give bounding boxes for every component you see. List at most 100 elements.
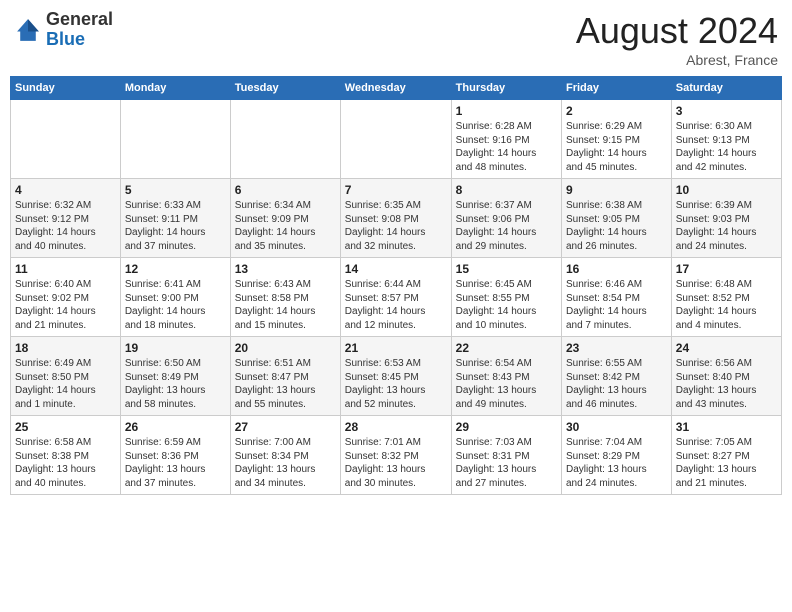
day-info: Sunrise: 6:28 AM Sunset: 9:16 PM Dayligh… [456,120,557,174]
day-header-wednesday: Wednesday [340,77,451,100]
day-info: Sunrise: 6:58 AM Sunset: 8:38 PM Dayligh… [15,436,116,490]
header-row: SundayMondayTuesdayWednesdayThursdayFrid… [11,77,782,100]
day-info: Sunrise: 6:45 AM Sunset: 8:55 PM Dayligh… [456,278,557,332]
day-info: Sunrise: 6:48 AM Sunset: 8:52 PM Dayligh… [676,278,777,332]
day-number: 31 [676,420,777,434]
day-number: 18 [15,341,116,355]
day-info: Sunrise: 6:44 AM Sunset: 8:57 PM Dayligh… [345,278,447,332]
day-info: Sunrise: 6:50 AM Sunset: 8:49 PM Dayligh… [125,357,226,411]
calendar-cell: 20 Sunrise: 6:51 AM Sunset: 8:47 PM Dayli… [230,337,340,416]
calendar-cell: 21 Sunrise: 6:53 AM Sunset: 8:45 PM Dayli… [340,337,451,416]
day-info: Sunrise: 6:37 AM Sunset: 9:06 PM Dayligh… [456,199,557,253]
day-info: Sunrise: 7:04 AM Sunset: 8:29 PM Dayligh… [566,436,667,490]
logo-blue-text: Blue [46,29,85,49]
day-info: Sunrise: 6:43 AM Sunset: 8:58 PM Dayligh… [235,278,336,332]
calendar-cell: 18 Sunrise: 6:49 AM Sunset: 8:50 PM Dayli… [11,337,121,416]
calendar-cell: 15Sunrise: 6:45 AM Sunset: 8:55 PM Dayli… [451,258,561,337]
day-number: 9 [566,183,667,197]
day-number: 7 [345,183,447,197]
day-number: 19 [125,341,226,355]
day-info: Sunrise: 6:53 AM Sunset: 8:45 PM Dayligh… [345,357,447,411]
calendar-cell: 26Sunrise: 6:59 AM Sunset: 8:36 PM Dayli… [120,416,230,495]
calendar-cell: 6 Sunrise: 6:34 AM Sunset: 9:09 PM Daylig… [230,179,340,258]
day-info: Sunrise: 6:38 AM Sunset: 9:05 PM Dayligh… [566,199,667,253]
month-year-title: August 2024 [576,10,778,52]
day-info: Sunrise: 6:40 AM Sunset: 9:02 PM Dayligh… [15,278,116,332]
calendar-cell: 3 Sunrise: 6:30 AM Sunset: 9:13 PM Daylig… [671,100,781,179]
day-info: Sunrise: 6:30 AM Sunset: 9:13 PM Dayligh… [676,120,777,174]
day-info: Sunrise: 6:34 AM Sunset: 9:09 PM Dayligh… [235,199,336,253]
calendar-cell: 25 Sunrise: 6:58 AM Sunset: 8:38 PM Dayli… [11,416,121,495]
calendar-cell: 4Sunrise: 6:32 AM Sunset: 9:12 PM Daylig… [11,179,121,258]
calendar-cell: 10Sunrise: 6:39 AM Sunset: 9:03 PM Dayli… [671,179,781,258]
calendar-cell: 28 Sunrise: 7:01 AM Sunset: 8:32 PM Dayli… [340,416,451,495]
day-number: 16 [566,262,667,276]
week-row-5: 25 Sunrise: 6:58 AM Sunset: 8:38 PM Dayli… [11,416,782,495]
week-row-1: 1 Sunrise: 6:28 AM Sunset: 9:16 PM Daylig… [11,100,782,179]
calendar-cell: 14 Sunrise: 6:44 AM Sunset: 8:57 PM Dayli… [340,258,451,337]
day-number: 3 [676,104,777,118]
title-block: August 2024 Abrest, France [576,10,778,68]
week-row-3: 11 Sunrise: 6:40 AM Sunset: 9:02 PM Dayli… [11,258,782,337]
calendar-table: SundayMondayTuesdayWednesdayThursdayFrid… [10,76,782,495]
calendar-cell: 22Sunrise: 6:54 AM Sunset: 8:43 PM Dayli… [451,337,561,416]
day-info: Sunrise: 6:56 AM Sunset: 8:40 PM Dayligh… [676,357,777,411]
day-header-tuesday: Tuesday [230,77,340,100]
calendar-cell: 5 Sunrise: 6:33 AM Sunset: 9:11 PM Daylig… [120,179,230,258]
calendar-cell [340,100,451,179]
day-number: 29 [456,420,557,434]
calendar-body: 1 Sunrise: 6:28 AM Sunset: 9:16 PM Daylig… [11,100,782,495]
day-number: 13 [235,262,336,276]
calendar-cell [120,100,230,179]
day-number: 28 [345,420,447,434]
day-info: Sunrise: 6:55 AM Sunset: 8:42 PM Dayligh… [566,357,667,411]
day-number: 4 [15,183,116,197]
calendar-header: SundayMondayTuesdayWednesdayThursdayFrid… [11,77,782,100]
calendar-cell: 19 Sunrise: 6:50 AM Sunset: 8:49 PM Dayli… [120,337,230,416]
location-text: Abrest, France [576,52,778,68]
logo: General Blue [14,10,113,50]
day-number: 11 [15,262,116,276]
day-number: 24 [676,341,777,355]
day-info: Sunrise: 7:00 AM Sunset: 8:34 PM Dayligh… [235,436,336,490]
day-number: 6 [235,183,336,197]
day-info: Sunrise: 6:33 AM Sunset: 9:11 PM Dayligh… [125,199,226,253]
calendar-cell: 12Sunrise: 6:41 AM Sunset: 9:00 PM Dayli… [120,258,230,337]
day-number: 2 [566,104,667,118]
day-info: Sunrise: 6:29 AM Sunset: 9:15 PM Dayligh… [566,120,667,174]
day-info: Sunrise: 7:05 AM Sunset: 8:27 PM Dayligh… [676,436,777,490]
calendar-cell: 8Sunrise: 6:37 AM Sunset: 9:06 PM Daylig… [451,179,561,258]
day-info: Sunrise: 6:49 AM Sunset: 8:50 PM Dayligh… [15,357,116,411]
calendar-cell: 13 Sunrise: 6:43 AM Sunset: 8:58 PM Dayli… [230,258,340,337]
calendar-cell: 24 Sunrise: 6:56 AM Sunset: 8:40 PM Dayli… [671,337,781,416]
logo-icon [14,16,42,44]
day-number: 21 [345,341,447,355]
day-header-monday: Monday [120,77,230,100]
calendar-cell: 11 Sunrise: 6:40 AM Sunset: 9:02 PM Dayli… [11,258,121,337]
day-number: 1 [456,104,557,118]
calendar-cell: 1 Sunrise: 6:28 AM Sunset: 9:16 PM Daylig… [451,100,561,179]
calendar-cell [11,100,121,179]
calendar-cell: 17Sunrise: 6:48 AM Sunset: 8:52 PM Dayli… [671,258,781,337]
day-number: 14 [345,262,447,276]
calendar-cell: 31 Sunrise: 7:05 AM Sunset: 8:27 PM Dayli… [671,416,781,495]
day-number: 5 [125,183,226,197]
calendar-cell: 30Sunrise: 7:04 AM Sunset: 8:29 PM Dayli… [561,416,671,495]
calendar-cell: 9 Sunrise: 6:38 AM Sunset: 9:05 PM Daylig… [561,179,671,258]
day-info: Sunrise: 6:46 AM Sunset: 8:54 PM Dayligh… [566,278,667,332]
calendar-cell: 29 Sunrise: 7:03 AM Sunset: 8:31 PM Dayli… [451,416,561,495]
day-info: Sunrise: 6:51 AM Sunset: 8:47 PM Dayligh… [235,357,336,411]
day-number: 10 [676,183,777,197]
calendar-cell: 2 Sunrise: 6:29 AM Sunset: 9:15 PM Daylig… [561,100,671,179]
calendar-cell: 7Sunrise: 6:35 AM Sunset: 9:08 PM Daylig… [340,179,451,258]
calendar-cell: 16 Sunrise: 6:46 AM Sunset: 8:54 PM Dayli… [561,258,671,337]
day-number: 12 [125,262,226,276]
day-info: Sunrise: 7:03 AM Sunset: 8:31 PM Dayligh… [456,436,557,490]
calendar-cell: 27Sunrise: 7:00 AM Sunset: 8:34 PM Dayli… [230,416,340,495]
day-number: 25 [15,420,116,434]
day-info: Sunrise: 7:01 AM Sunset: 8:32 PM Dayligh… [345,436,447,490]
day-number: 20 [235,341,336,355]
day-header-friday: Friday [561,77,671,100]
page-header: General Blue August 2024 Abrest, France [10,10,782,68]
day-number: 26 [125,420,226,434]
